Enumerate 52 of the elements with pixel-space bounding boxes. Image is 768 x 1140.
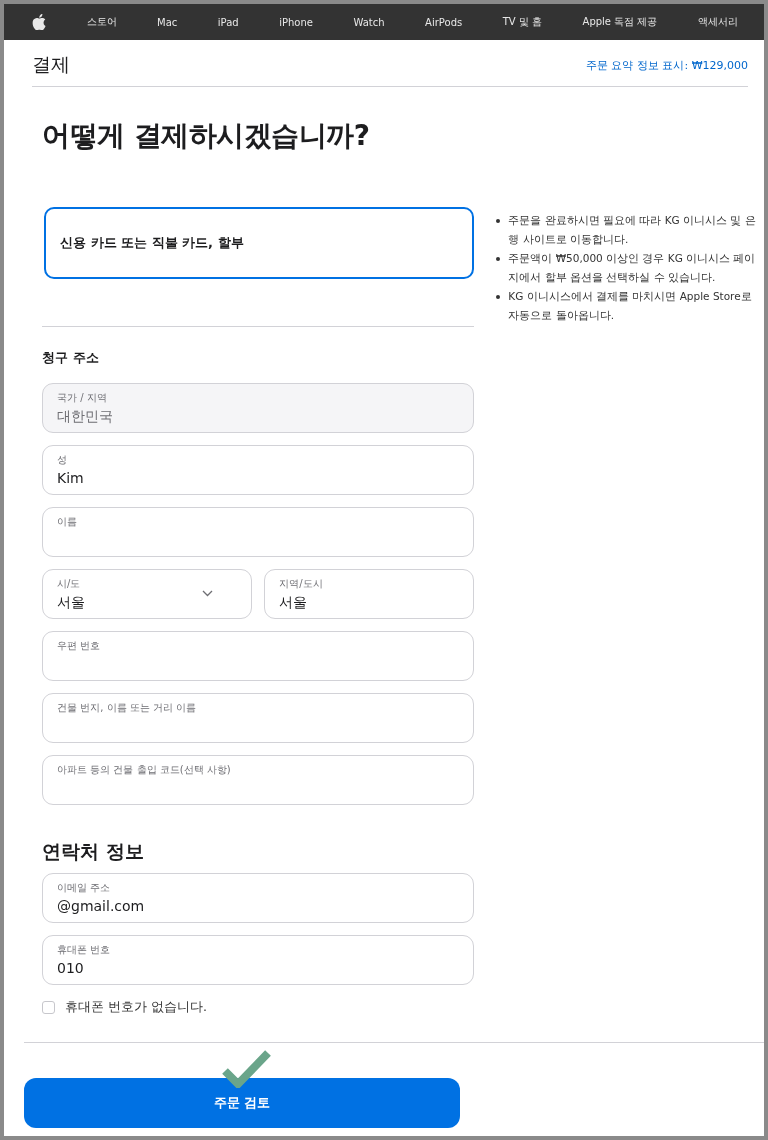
- nav-link[interactable]: AirPods: [425, 16, 463, 28]
- field-value: 서울: [57, 594, 85, 612]
- field-value: 서울: [279, 594, 308, 612]
- page-title: 결제: [32, 52, 70, 77]
- info-note: 주문을 완료하시면 필요에 따라 KG 이니시스 및 은행 사이트로 이동합니다.: [508, 213, 757, 247]
- input-field[interactable]: 지역/도시 서울: [264, 569, 475, 619]
- section-title: 청구 주소: [42, 349, 100, 367]
- input-field[interactable]: 건물 번지, 이름 또는 거리 이름: [42, 693, 475, 743]
- input-field[interactable]: 아파트 등의 건물 출입 코드(선택 사항): [42, 755, 475, 805]
- input-field[interactable]: 휴대폰 번호 010: [42, 935, 475, 985]
- info-note: 주문액이 ₩50,000 이상인 경우 KG 이니시스 페이지에서 할부 옵션을 선택하실 수 있습니다.: [508, 251, 757, 285]
- input-field[interactable]: 이메일 주소 @gmail.com: [42, 873, 475, 923]
- input-field[interactable]: 우편 번호: [42, 631, 475, 681]
- field-label: 휴대폰 번호: [57, 943, 111, 957]
- field-label: 이름: [57, 515, 77, 529]
- input-field[interactable]: 이름: [42, 507, 475, 557]
- apple-logo-icon[interactable]: [32, 14, 46, 30]
- nav-link[interactable]: Apple 독점 제공: [582, 15, 658, 29]
- field-label: 성: [57, 453, 67, 467]
- field-label: 시/도: [57, 577, 81, 591]
- bullet-icon: [496, 295, 501, 299]
- field-value: @gmail.com: [57, 898, 145, 914]
- field-label: 국가 / 지역: [57, 391, 107, 405]
- review-order-button[interactable]: 주문 검토: [24, 1078, 460, 1128]
- bullet-icon: [496, 219, 501, 223]
- nav-link[interactable]: iPhone: [279, 16, 313, 28]
- nav-link[interactable]: Mac: [157, 16, 178, 28]
- nav-link[interactable]: iPad: [217, 16, 239, 28]
- nav-link[interactable]: Watch: [353, 16, 385, 28]
- field-label: 아파트 등의 건물 출입 코드(선택 사항): [57, 763, 231, 777]
- chevron-down-icon: [202, 590, 214, 597]
- field-value: 010: [57, 960, 84, 976]
- page-heading: 어떻게 결제하시겠습니까?: [42, 118, 371, 154]
- select-field[interactable]: 시/도 서울: [42, 569, 253, 619]
- payment-option[interactable]: 신용 카드 또는 직불 카드, 할부: [44, 207, 475, 279]
- checkbox-label: 휴대폰 번호가 없습니다.: [65, 999, 207, 1016]
- field-value: Kim: [57, 470, 84, 486]
- field-label: 이메일 주소: [57, 881, 111, 895]
- field-label: 건물 번지, 이름 또는 거리 이름: [57, 701, 197, 715]
- nav-link[interactable]: 액세서리: [697, 15, 738, 29]
- checkbox[interactable]: [42, 1001, 55, 1014]
- section-title: 연락처 정보: [42, 839, 145, 864]
- order-summary-link[interactable]: 주문 요약 정보 표시: ₩129,000: [585, 57, 748, 73]
- nav-link[interactable]: 스토어: [86, 15, 117, 29]
- field-label: 우편 번호: [57, 639, 101, 653]
- check-icon: [222, 1049, 272, 1088]
- input-field[interactable]: 성 Kim: [42, 445, 475, 495]
- field-value: 대한민국: [57, 408, 113, 426]
- field-label: 지역/도시: [279, 577, 323, 591]
- bullet-icon: [496, 257, 501, 261]
- nav-link[interactable]: TV 및 홈: [502, 15, 543, 29]
- info-note: KG 이니시스에서 결제를 마치시면 Apple Store로 자동으로 돌아옵니다.: [508, 289, 753, 323]
